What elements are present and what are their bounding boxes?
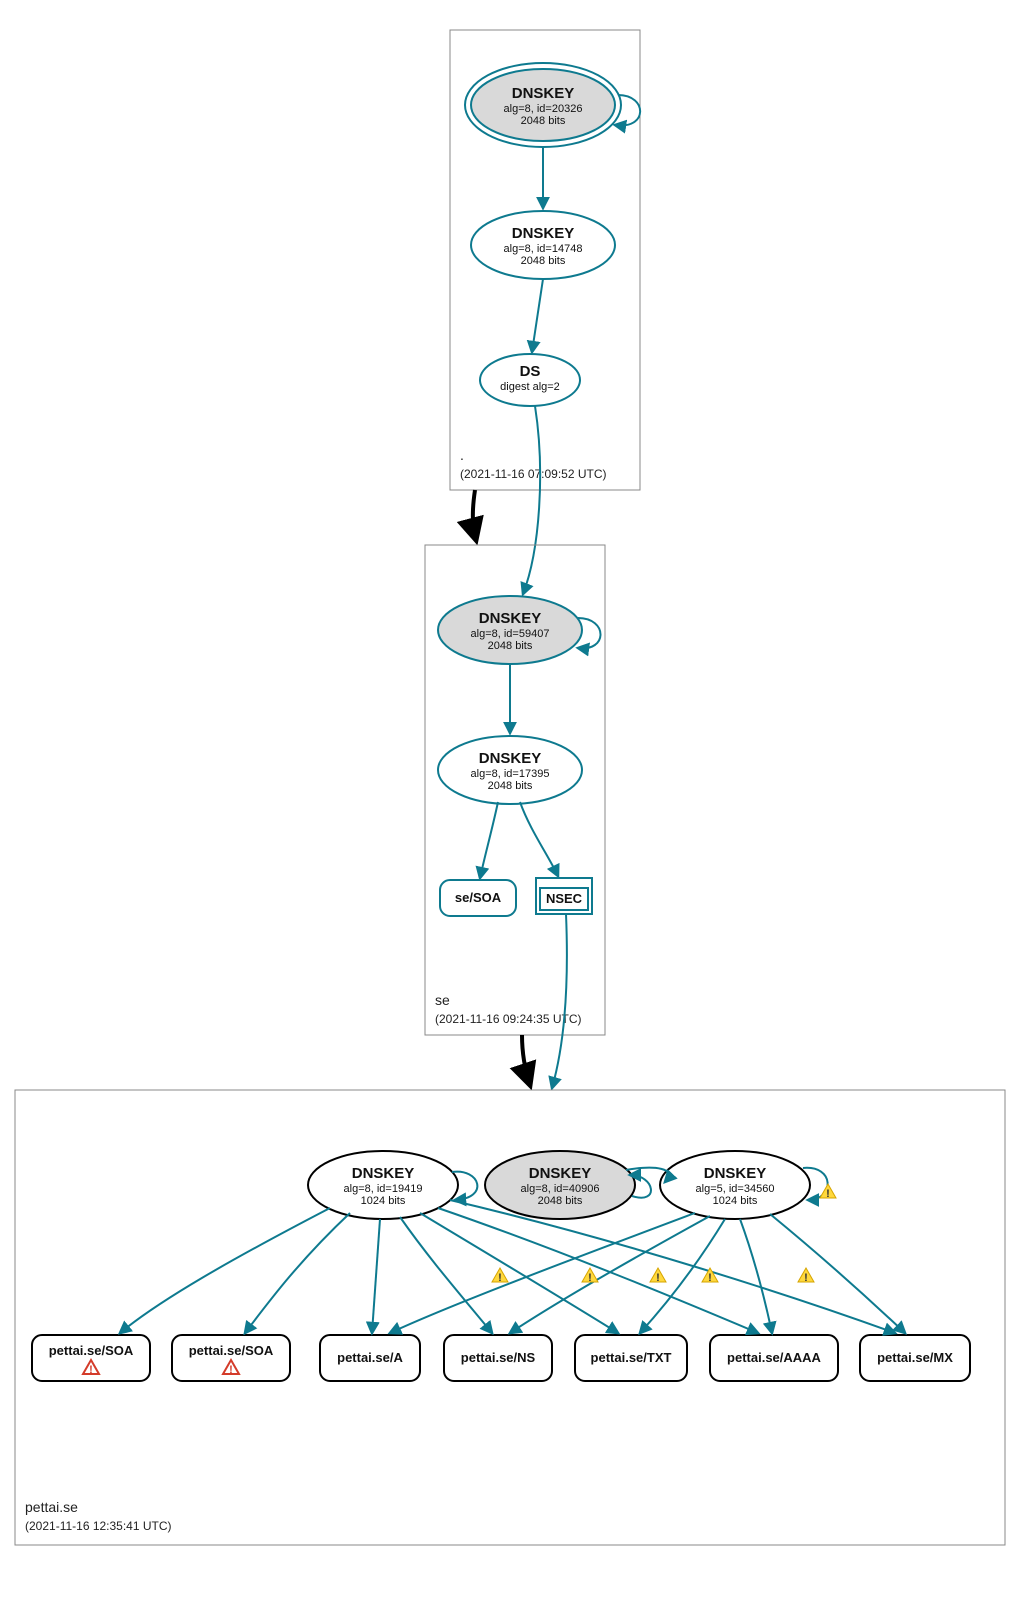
svg-text:2048 bits: 2048 bits	[521, 115, 566, 127]
zone-root-timestamp: (2021-11-16 07:09:52 UTC)	[460, 467, 607, 481]
svg-text:alg=8, id=19419: alg=8, id=19419	[344, 1183, 423, 1195]
svg-text:!: !	[708, 1272, 712, 1284]
zone-se-timestamp: (2021-11-16 09:24:35 UTC)	[435, 1012, 582, 1026]
svg-text:pettai.se/MX: pettai.se/MX	[877, 1350, 953, 1365]
edge-root-ksk-self	[615, 95, 640, 125]
zone-root: . (2021-11-16 07:09:52 UTC) DNSKEY alg=8…	[450, 30, 640, 490]
node-pettai-key1: DNSKEY alg=8, id=19419 1024 bits	[308, 1151, 458, 1219]
svg-text:2048 bits: 2048 bits	[538, 1195, 583, 1207]
svg-text:pettai.se/SOA: pettai.se/SOA	[189, 1343, 274, 1358]
zone-pettai: pettai.se (2021-11-16 12:35:41 UTC) DNSK…	[15, 1090, 1005, 1545]
svg-text:alg=8, id=20326: alg=8, id=20326	[504, 103, 583, 115]
svg-text:pettai.se/TXT: pettai.se/TXT	[591, 1350, 672, 1365]
zone-pettai-label: pettai.se	[25, 1499, 78, 1515]
node-root-zsk: DNSKEY alg=8, id=14748 2048 bits	[471, 211, 615, 279]
svg-text:alg=8, id=40906: alg=8, id=40906	[521, 1183, 600, 1195]
svg-text:2048 bits: 2048 bits	[488, 780, 533, 792]
warn-icon: !	[582, 1268, 598, 1284]
svg-text:DNSKEY: DNSKEY	[512, 225, 575, 242]
svg-text:!: !	[804, 1272, 808, 1284]
svg-text:!: !	[826, 1188, 830, 1200]
svg-text:1024 bits: 1024 bits	[713, 1195, 758, 1207]
node-leaf-aaaa: pettai.se/AAAA	[710, 1335, 838, 1381]
warn-icon: !	[820, 1184, 836, 1200]
svg-text:alg=8, id=17395: alg=8, id=17395	[471, 768, 550, 780]
edge-se-nsec-down	[552, 914, 567, 1088]
svg-text:2048 bits: 2048 bits	[488, 640, 533, 652]
svg-text:alg=5, id=34560: alg=5, id=34560	[696, 1183, 775, 1195]
edge-root-ds-to-se-ksk	[523, 406, 540, 594]
svg-text:digest alg=2: digest alg=2	[500, 381, 560, 393]
warn-icon: !	[798, 1268, 814, 1284]
svg-text:!: !	[89, 1364, 93, 1376]
svg-text:pettai.se/AAAA: pettai.se/AAAA	[727, 1350, 822, 1365]
edge-root-zsk-ds	[532, 279, 543, 352]
svg-text:DS: DS	[520, 363, 541, 380]
svg-text:!: !	[588, 1272, 592, 1284]
svg-text:!: !	[229, 1364, 233, 1376]
svg-text:!: !	[498, 1272, 502, 1284]
zone-pettai-timestamp: (2021-11-16 12:35:41 UTC)	[25, 1519, 172, 1533]
edge-se-zsk-soa	[480, 802, 498, 878]
edge-se-to-pettai-zone	[522, 1035, 530, 1085]
node-leaf-ns: pettai.se/NS	[444, 1335, 552, 1381]
node-se-soa: se/SOA	[440, 880, 516, 916]
zone-se-label: se	[435, 992, 450, 1008]
zone-se: se (2021-11-16 09:24:35 UTC) DNSKEY alg=…	[425, 545, 605, 1035]
node-pettai-key3: DNSKEY alg=5, id=34560 1024 bits	[660, 1151, 810, 1219]
svg-text:DNSKEY: DNSKEY	[512, 85, 575, 102]
svg-text:alg=8, id=59407: alg=8, id=59407	[471, 628, 550, 640]
svg-text:DNSKEY: DNSKEY	[479, 610, 542, 627]
svg-text:1024 bits: 1024 bits	[361, 1195, 406, 1207]
zone-root-label: .	[460, 447, 464, 463]
svg-text:pettai.se/SOA: pettai.se/SOA	[49, 1343, 134, 1358]
svg-text:alg=8, id=14748: alg=8, id=14748	[504, 243, 583, 255]
node-se-zsk: DNSKEY alg=8, id=17395 2048 bits	[438, 736, 582, 804]
svg-text:DNSKEY: DNSKEY	[704, 1165, 767, 1182]
svg-text:2048 bits: 2048 bits	[521, 255, 566, 267]
node-root-ds: DS digest alg=2	[480, 354, 580, 406]
node-leaf-a: pettai.se/A	[320, 1335, 420, 1381]
node-se-ksk: DNSKEY alg=8, id=59407 2048 bits	[438, 596, 582, 664]
node-leaf-mx: pettai.se/MX	[860, 1335, 970, 1381]
svg-text:DNSKEY: DNSKEY	[529, 1165, 592, 1182]
svg-text:pettai.se/NS: pettai.se/NS	[461, 1350, 536, 1365]
warn-icon: !	[650, 1268, 666, 1284]
svg-text:DNSKEY: DNSKEY	[479, 750, 542, 767]
edge-se-zsk-nsec	[520, 802, 558, 876]
svg-text:!: !	[656, 1272, 660, 1284]
svg-text:se/SOA: se/SOA	[455, 890, 502, 905]
svg-text:NSEC: NSEC	[546, 891, 583, 906]
svg-text:DNSKEY: DNSKEY	[352, 1165, 415, 1182]
svg-text:pettai.se/A: pettai.se/A	[337, 1350, 403, 1365]
node-root-ksk: DNSKEY alg=8, id=20326 2048 bits	[465, 63, 621, 147]
dnssec-diagram: . (2021-11-16 07:09:52 UTC) DNSKEY alg=8…	[0, 0, 1016, 1620]
warn-icon: !	[492, 1268, 508, 1284]
node-pettai-key2: DNSKEY alg=8, id=40906 2048 bits	[485, 1151, 635, 1219]
edge-root-to-se-zone	[473, 490, 476, 540]
node-se-nsec: NSEC	[536, 878, 592, 914]
node-leaf-txt: pettai.se/TXT	[575, 1335, 687, 1381]
